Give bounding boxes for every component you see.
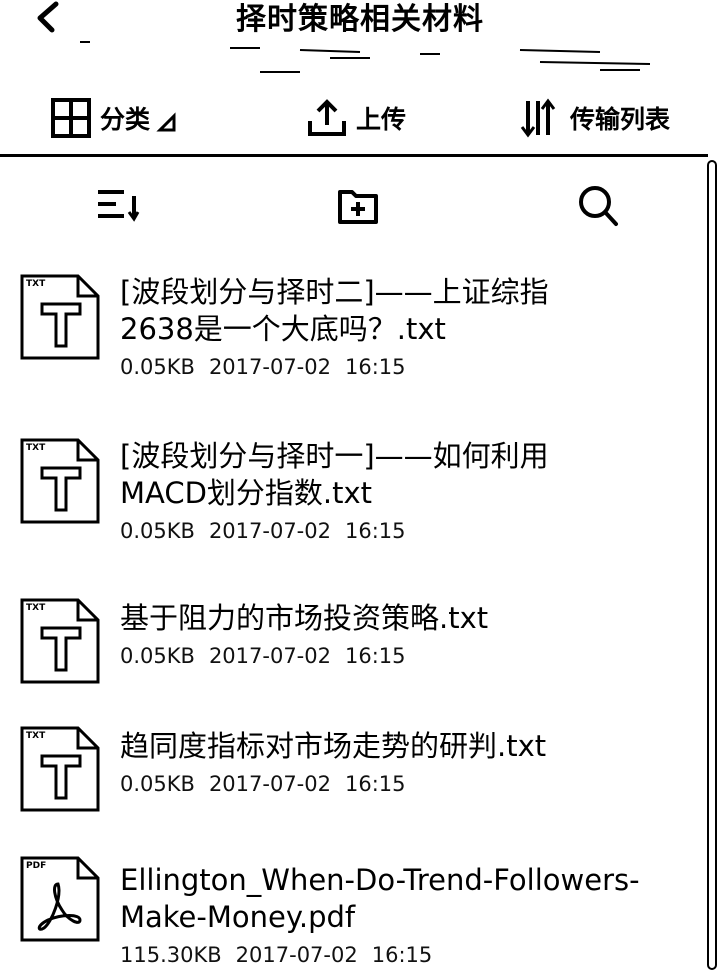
- upload-button[interactable]: 上传: [306, 94, 406, 142]
- file-meta: 0.05KB 2017-07-02 16:15: [120, 769, 680, 799]
- file-meta: 0.05KB 2017-07-02 16:15: [120, 641, 680, 671]
- txt-file-icon: TXT: [20, 274, 100, 360]
- file-time: 16:15: [371, 943, 433, 967]
- scrollbar[interactable]: [707, 160, 717, 970]
- dropdown-corner-icon: [156, 112, 176, 132]
- svg-text:TXT: TXT: [26, 443, 46, 453]
- svg-text:PDF: PDF: [26, 861, 46, 871]
- chevron-left-icon: [37, 1, 59, 33]
- sort-button[interactable]: [94, 182, 142, 230]
- file-date: 2017-07-02: [208, 644, 331, 668]
- file-date: 2017-07-02: [208, 772, 331, 796]
- search-button[interactable]: [574, 182, 622, 230]
- file-time: 16:15: [344, 355, 406, 379]
- sort-icon: [98, 190, 140, 222]
- pdf-file-icon: PDF: [20, 856, 100, 942]
- category-label: 分类: [100, 105, 151, 134]
- file-name-line: 基于阻力的市场投资策略.txt: [120, 601, 489, 635]
- file-time: 16:15: [344, 772, 406, 796]
- page-title: 择时策略相关材料: [236, 2, 484, 37]
- file-size: 0.05KB: [120, 355, 195, 379]
- file-date: 2017-07-02: [235, 943, 358, 967]
- svg-text:TXT: TXT: [26, 603, 46, 613]
- toolbar-divider: [0, 154, 708, 157]
- toolbar: 分类 上传 传输列表: [0, 86, 720, 152]
- new-folder-button[interactable]: [334, 182, 382, 230]
- file-date: 2017-07-02: [208, 355, 331, 379]
- file-meta: 0.05KB 2017-07-02 16:15: [120, 516, 680, 546]
- file-time: 16:15: [344, 644, 406, 668]
- file-size: 0.05KB: [120, 644, 195, 668]
- svg-text:TXT: TXT: [26, 731, 46, 741]
- file-name-line: 2638是一个大底吗？.txt: [120, 312, 446, 346]
- svg-text:TXT: TXT: [26, 279, 46, 289]
- transfer-list-button[interactable]: 传输列表: [520, 94, 670, 142]
- file-name-line: [波段划分与择时一]——如何利用: [120, 439, 549, 473]
- file-time: 16:15: [344, 519, 406, 543]
- txt-file-icon: TXT: [20, 438, 100, 524]
- search-icon: [579, 186, 618, 226]
- file-size: 115.30KB: [120, 943, 222, 967]
- transfer-list-icon: [520, 98, 556, 138]
- new-folder-icon: [338, 190, 378, 224]
- back-button[interactable]: [22, 0, 72, 40]
- file-size: 0.05KB: [120, 519, 195, 543]
- file-meta: 115.30KB 2017-07-02 16:15: [120, 940, 680, 970]
- file-date: 2017-07-02: [208, 519, 331, 543]
- title-bar: 择时策略相关材料: [0, 0, 720, 82]
- file-name-line: Ellington_When-Do-Trend-Followers-: [120, 863, 640, 897]
- file-name-line: MACD划分指数.txt: [120, 476, 373, 510]
- file-meta: 0.05KB 2017-07-02 16:15: [120, 352, 680, 382]
- file-size: 0.05KB: [120, 772, 195, 796]
- file-name-line: Make-Money.pdf: [120, 900, 356, 934]
- file-name-line: 趋同度指标对市场走势的研判.txt: [120, 729, 547, 763]
- txt-file-icon: TXT: [20, 598, 100, 684]
- action-row: [0, 160, 705, 250]
- app-window: 择时策略相关材料 分类 上传 传输列表 TXT [波段划分与择时二]——上证综指…: [0, 0, 720, 975]
- category-button[interactable]: 分类: [50, 94, 178, 142]
- upload-icon: [308, 99, 346, 136]
- transfer-list-label: 传输列表: [570, 105, 671, 134]
- upload-label: 上传: [356, 105, 407, 134]
- txt-file-icon: TXT: [20, 726, 100, 812]
- file-name-line: [波段划分与择时二]——上证综指: [120, 275, 549, 309]
- grid-icon: [51, 98, 91, 138]
- header-scan-noise: [80, 41, 651, 73]
